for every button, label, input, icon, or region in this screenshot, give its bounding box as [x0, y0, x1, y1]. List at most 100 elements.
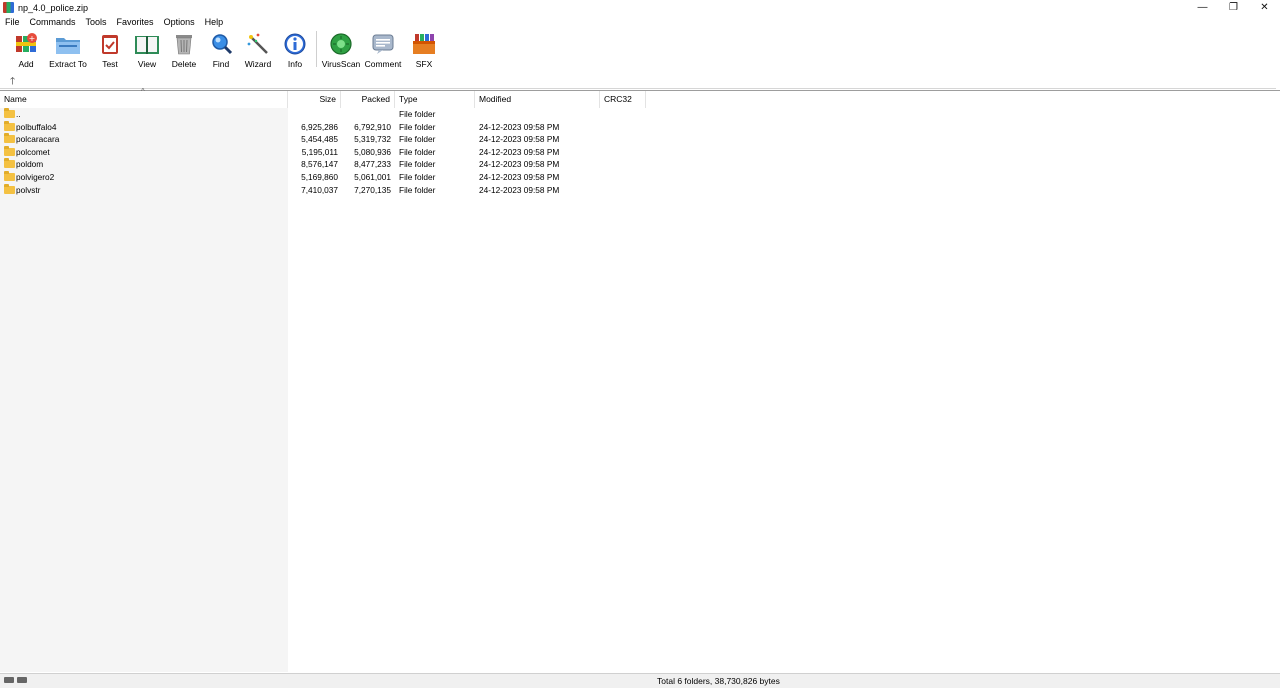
- winrar-app-icon: [3, 2, 14, 13]
- window-title: np_4.0_police.zip: [18, 2, 89, 13]
- svg-text:+: +: [29, 34, 36, 43]
- column-modified[interactable]: Modified: [475, 91, 600, 108]
- list-item[interactable]: polbuffalo4 6,925,286 6,792,910 File fol…: [0, 120, 700, 134]
- file-type: File folder: [399, 109, 436, 119]
- folder-icon: [4, 133, 15, 144]
- file-size: 7,410,037: [301, 184, 338, 195]
- list-item[interactable]: polvigero2 5,169,860 5,061,001 File fold…: [0, 171, 700, 184]
- file-type: File folder: [399, 159, 436, 170]
- file-name: poldom: [16, 159, 44, 170]
- virus-scan-icon: [328, 31, 354, 57]
- folder-icon: [4, 171, 15, 181]
- drive-icon[interactable]: [4, 677, 14, 683]
- file-size: 6,925,286: [301, 121, 338, 132]
- file-size: [288, 108, 338, 121]
- menu-file[interactable]: File: [0, 17, 25, 27]
- wizard-button[interactable]: Wizard: [241, 29, 275, 70]
- menu-bar: File Commands Tools Favorites Options He…: [0, 15, 1280, 28]
- menu-commands[interactable]: Commands: [25, 17, 81, 27]
- file-size: 8,576,147: [301, 159, 338, 170]
- up-arrow-icon[interactable]: 🡑: [10, 74, 15, 91]
- menu-favorites[interactable]: Favorites: [112, 17, 159, 27]
- file-modified: 24-12-2023 09:58 PM: [479, 172, 560, 182]
- file-type: File folder: [399, 134, 436, 145]
- file-type: File folder: [399, 121, 436, 132]
- file-packed: 5,061,001: [354, 172, 391, 182]
- column-type[interactable]: Type: [395, 91, 475, 108]
- column-size[interactable]: Size: [288, 91, 341, 108]
- file-packed: 7,270,135: [354, 184, 391, 195]
- extract-to-button[interactable]: Extract To: [46, 29, 90, 70]
- folder-icon: [4, 145, 15, 156]
- file-size: 5,454,485: [301, 134, 338, 145]
- key-icon[interactable]: [17, 677, 27, 683]
- file-type: File folder: [399, 146, 436, 157]
- sfx-button[interactable]: SFX: [406, 29, 442, 70]
- title-bar: np_4.0_police.zip — ❐ ✕: [0, 0, 1280, 15]
- extract-folder-icon: [55, 31, 81, 57]
- magnifier-icon: [208, 31, 234, 57]
- list-item[interactable]: polcaracara 5,454,485 5,319,732 File fol…: [0, 133, 700, 146]
- column-crc32[interactable]: CRC32: [600, 91, 646, 108]
- file-modified: 24-12-2023 09:58 PM: [479, 159, 560, 170]
- menu-help[interactable]: Help: [200, 17, 229, 27]
- file-name: ..: [16, 109, 21, 119]
- list-item[interactable]: .. File folder: [0, 108, 700, 121]
- view-button[interactable]: View: [130, 29, 164, 70]
- minimize-button[interactable]: —: [1187, 0, 1218, 15]
- restore-button[interactable]: ❐: [1218, 0, 1249, 15]
- virusscan-button[interactable]: VirusScan: [321, 29, 361, 70]
- file-name: polbuffalo4: [16, 121, 57, 132]
- window-controls: — ❐ ✕: [1187, 0, 1280, 15]
- status-icons: [4, 677, 27, 683]
- info-icon: [282, 31, 308, 57]
- file-modified: 24-12-2023 09:58 PM: [479, 184, 560, 195]
- list-item[interactable]: poldom 8,576,147 8,477,233 File folder 2…: [0, 158, 700, 171]
- column-packed[interactable]: Packed: [341, 91, 395, 108]
- close-button[interactable]: ✕: [1249, 0, 1280, 15]
- file-modified: 24-12-2023 09:58 PM: [479, 146, 560, 157]
- column-name[interactable]: Name: [0, 91, 288, 108]
- view-book-icon: [134, 31, 160, 57]
- trash-icon: [171, 31, 197, 57]
- info-button[interactable]: Info: [278, 29, 312, 70]
- file-size: 5,195,011: [301, 146, 338, 157]
- comment-button[interactable]: Comment: [363, 29, 403, 70]
- add-button[interactable]: + Add: [9, 29, 43, 70]
- test-button[interactable]: Test: [93, 29, 127, 70]
- file-name: polcaracara: [16, 134, 60, 145]
- list-item[interactable]: polvstr 7,410,037 7,270,135 File folder …: [0, 183, 700, 197]
- file-modified: 24-12-2023 09:58 PM: [479, 121, 560, 132]
- file-name: polcomet: [16, 146, 50, 157]
- file-size: 5,169,860: [301, 172, 338, 182]
- status-text: Total 6 folders, 38,730,826 bytes: [657, 676, 780, 686]
- address-row: 🡑: [0, 72, 1276, 89]
- folder-icon: [4, 158, 15, 169]
- sfx-box-icon: [411, 31, 437, 57]
- file-packed: 5,080,936: [354, 146, 391, 157]
- file-list[interactable]: ^ Name Size Packed Type Modified CRC32 .…: [0, 87, 1280, 672]
- test-clipboard-icon: [97, 31, 123, 57]
- status-bar: Total 6 folders, 38,730,826 bytes: [0, 673, 1280, 688]
- toolbar: + Add Extract To Test View Delete Find W…: [0, 29, 1280, 70]
- add-archive-icon: +: [13, 31, 39, 57]
- file-type: File folder: [399, 184, 436, 195]
- folder-icon: [4, 108, 15, 118]
- file-packed: 6,792,910: [354, 121, 391, 132]
- find-button[interactable]: Find: [204, 29, 238, 70]
- file-type: File folder: [399, 172, 436, 182]
- file-modified: 24-12-2023 09:58 PM: [479, 134, 560, 145]
- column-header: ^ Name Size Packed Type Modified CRC32: [0, 87, 1280, 108]
- menu-tools[interactable]: Tools: [81, 17, 112, 27]
- toolbar-separator: [316, 31, 317, 67]
- file-name: polvigero2: [16, 172, 55, 182]
- file-packed: 5,319,732: [354, 134, 391, 145]
- delete-button[interactable]: Delete: [167, 29, 201, 70]
- file-name: polvstr: [16, 184, 41, 195]
- file-packed: 8,477,233: [354, 159, 391, 170]
- list-item[interactable]: polcomet 5,195,011 5,080,936 File folder…: [0, 145, 700, 159]
- folder-icon: [4, 183, 15, 194]
- menu-options[interactable]: Options: [159, 17, 200, 27]
- magic-wand-icon: [245, 31, 271, 57]
- file-packed: [341, 108, 391, 121]
